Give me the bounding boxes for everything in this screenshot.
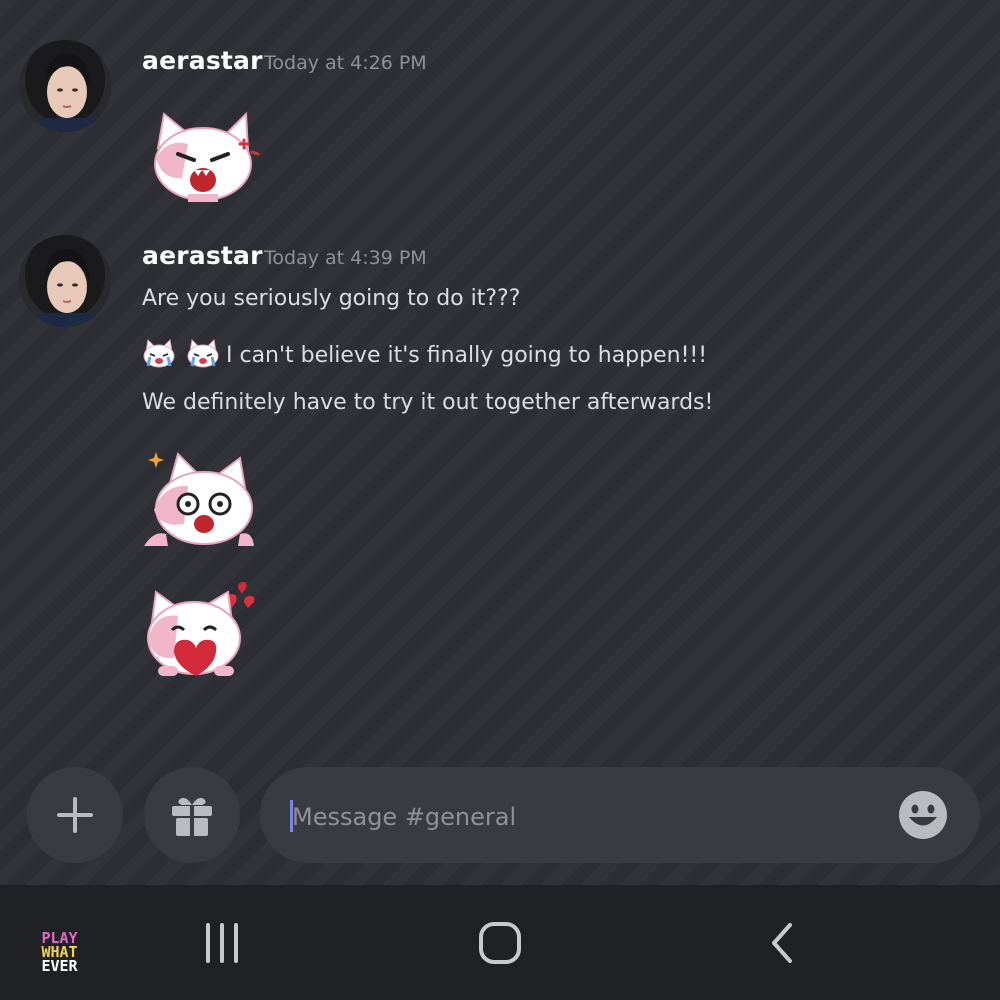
excited-cat-sticker[interactable] <box>144 450 256 552</box>
gift-icon <box>172 797 212 836</box>
username[interactable]: aerastar <box>142 241 263 270</box>
timestamp: Today at 4:26 PM <box>264 52 427 74</box>
emoji-picker-button[interactable] <box>898 790 948 840</box>
crying-cat-emoji[interactable] <box>186 338 220 374</box>
smile-icon <box>899 791 947 839</box>
recent-apps-button[interactable] <box>196 918 248 968</box>
crying-cat-emoji[interactable] <box>142 338 176 374</box>
chat-area: aerastar Today at 4:26 PM aerastar Today… <box>0 0 1000 885</box>
home-icon <box>479 922 521 964</box>
message-input[interactable] <box>290 795 854 839</box>
angry-cat-sticker[interactable] <box>148 108 260 208</box>
playwhatever-logo: PLAY WHAT EVER <box>41 929 78 975</box>
back-icon <box>772 923 792 963</box>
username[interactable]: aerastar <box>142 46 263 75</box>
message-text-with-emoji: I can't believe it's finally going to ha… <box>142 338 707 374</box>
back-button[interactable] <box>756 916 806 970</box>
home-button[interactable] <box>474 916 526 970</box>
add-attachment-button[interactable] <box>27 767 123 863</box>
message-text: I can't believe it's finally going to ha… <box>226 343 708 368</box>
heart-cat-sticker[interactable] <box>144 578 260 682</box>
plus-icon <box>57 797 93 833</box>
gift-button[interactable] <box>144 767 240 863</box>
avatar[interactable] <box>19 235 111 327</box>
message-text: Are you seriously going to do it??? <box>142 286 521 311</box>
avatar[interactable] <box>19 40 111 132</box>
recent-apps-icon <box>206 923 238 963</box>
message-input-container[interactable] <box>260 767 980 863</box>
timestamp: Today at 4:39 PM <box>264 247 427 269</box>
message-text: We definitely have to try it out togethe… <box>142 390 714 415</box>
